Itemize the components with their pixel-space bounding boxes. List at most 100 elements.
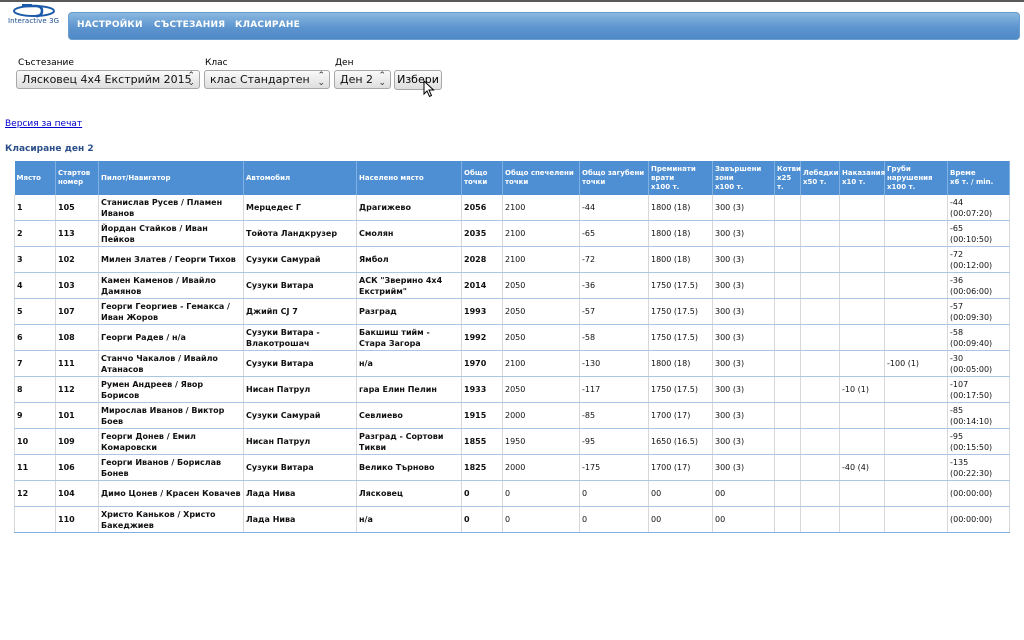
cell-col-town: Смолян	[356, 220, 462, 247]
cell-col-start-number: 105	[55, 195, 99, 221]
cell-col-place: 1	[14, 195, 56, 221]
cell-col-town: Драгижево	[356, 195, 462, 221]
cell-col-penalties: -10 (1)	[839, 376, 885, 403]
cell-col-gates-passed: 00	[648, 506, 713, 533]
cell-col-town: гара Елин Пелин	[356, 376, 462, 403]
cell-col-town: Ямбол	[356, 246, 462, 273]
cell-col-start-number: 107	[55, 298, 99, 325]
cell-col-time: -95 (00:15:50)	[947, 428, 1010, 455]
cell-col-earned-points: 2100	[502, 195, 580, 221]
cell-col-gates-passed: 00	[648, 480, 713, 507]
cell-col-town: Разград - Сортови Тикви	[356, 428, 462, 455]
cell-col-anchors	[774, 428, 801, 455]
header-label: точки	[505, 178, 529, 186]
cell-col-zones-completed: 00	[712, 506, 775, 533]
cell-col-place	[14, 506, 56, 533]
cell-col-penalties	[839, 506, 885, 533]
cell-col-pilot-navigator: Йордан Стайков / Иван Пейков	[98, 220, 244, 247]
table-row: 10 109 Георги Донев / Емил Комаровски Нисан…	[14, 428, 1010, 455]
cell-col-town: Велико Търново	[356, 454, 462, 481]
header-col-gates-passed: Преминати врати x100 т.	[648, 161, 713, 195]
table-row: 11 106 Георги Иванов / Борислав Бонев Сузук…	[14, 454, 1010, 481]
logo-text: Interactive 3G	[8, 17, 60, 25]
cell-col-winches	[800, 246, 840, 273]
table-row: 2 113 Йордан Стайков / Иван Пейков Тойота Л…	[14, 220, 1010, 247]
cell-col-time: (00:00:00)	[947, 480, 1010, 507]
cell-col-penalties	[839, 298, 885, 325]
header-label: x6 т. / min.	[950, 178, 994, 186]
class-select-value: клас Стандартен	[210, 73, 310, 86]
cell-col-winches	[800, 324, 840, 351]
header-label: Място	[16, 173, 41, 182]
cell-col-zones-completed: 300 (3)	[712, 272, 775, 299]
cell-col-pilot-navigator: Станчо Чакалов / Ивайло Атанасов	[98, 350, 244, 377]
competition-select[interactable]: Лясковец 4х4 Екстрийм 2015 ⌃ ⌄	[16, 70, 200, 89]
cell-col-pilot-navigator: Станислав Русев / Пламен Иванов	[98, 195, 244, 221]
header-col-start-number: Стартов номер	[55, 161, 99, 195]
cell-col-place: 5	[14, 298, 56, 325]
cell-col-gross-violations	[884, 272, 948, 299]
cell-col-gates-passed: 1800 (18)	[648, 246, 713, 273]
chevron-updown-icon: ⌃ ⌄	[317, 71, 325, 88]
cell-col-zones-completed: 300 (3)	[712, 376, 775, 403]
cell-col-penalties	[839, 480, 885, 507]
cell-col-town: Севлиево	[356, 402, 462, 429]
cell-col-time: -107 (00:17:50)	[947, 376, 1010, 403]
class-select[interactable]: клас Стандартен ⌃ ⌄	[204, 70, 330, 89]
header-label: Преминати	[651, 164, 696, 173]
cell-col-zones-completed: 300 (3)	[712, 220, 775, 247]
cell-col-anchors	[774, 220, 801, 247]
cell-col-start-number: 110	[55, 506, 99, 533]
nav-item-competitions[interactable]: СЪСТЕЗАНИЯ	[154, 20, 225, 30]
cell-col-place: 2	[14, 220, 56, 247]
ranking-table: Място Стартов номер Пилот/Навигатор Автомоби…	[14, 161, 1010, 533]
cell-col-start-number: 103	[55, 272, 99, 299]
cell-col-anchors	[774, 246, 801, 273]
header-label: Общо загубени	[582, 169, 645, 177]
table-row: 4 103 Камен Каменов / Ивайло Дамянов Сузуки…	[14, 272, 1010, 299]
cell-col-pilot-navigator: Георги Иванов / Борислав Бонев	[98, 454, 244, 481]
table-row: 7 111 Станчо Чакалов / Ивайло Атанасов Сузу…	[14, 350, 1010, 377]
cell-col-penalties	[839, 324, 885, 351]
cell-col-total-points: 2035	[461, 220, 503, 247]
mouse-cursor-icon	[423, 80, 435, 98]
cell-col-penalties	[839, 195, 885, 221]
cell-col-winches	[800, 376, 840, 403]
cell-col-town: н/а	[356, 350, 462, 377]
cell-col-total-points: 1970	[461, 350, 503, 377]
header-label: Общо	[464, 169, 488, 177]
class-label: Клас	[205, 58, 228, 68]
day-select[interactable]: Ден 2 ⌃ ⌄	[334, 70, 391, 89]
logo-icon	[13, 4, 55, 18]
cell-col-pilot-navigator: Румен Андреев / Явор Борисов	[98, 376, 244, 403]
cell-col-earned-points: 2050	[502, 298, 580, 325]
cell-col-start-number: 111	[55, 350, 99, 377]
print-version-link[interactable]: Версия за печат	[5, 119, 82, 129]
cell-col-penalties	[839, 220, 885, 247]
cell-col-place: 4	[14, 272, 56, 299]
main-nav: НАСТРОЙКИ СЪСТЕЗАНИЯ КЛАСИРАНЕ	[68, 12, 1020, 40]
header-col-earned-points: Общо спечелени точки	[502, 161, 580, 195]
cell-col-penalties	[839, 428, 885, 455]
cell-col-time: -72 (00:12:00)	[947, 246, 1010, 273]
cell-col-lost-points: -58	[579, 324, 649, 351]
cell-col-vehicle: Сузуки Самурай	[243, 402, 357, 429]
cell-col-gross-violations	[884, 480, 948, 507]
cell-col-gross-violations	[884, 220, 948, 247]
cell-col-gates-passed: 1800 (18)	[648, 220, 713, 247]
cell-col-total-points: 0	[461, 480, 503, 507]
app-logo[interactable]: Interactive 3G	[4, 2, 64, 30]
cell-col-gross-violations: -100 (1)	[884, 350, 948, 377]
cell-col-start-number: 106	[55, 454, 99, 481]
table-row: 5 107 Георги Георгиев - Гемакса / Иван Жор…	[14, 298, 1010, 325]
cell-col-time: -65 (00:10:50)	[947, 220, 1010, 247]
cell-col-gates-passed: 1750 (17.5)	[648, 324, 713, 351]
cell-col-time: (00:00:00)	[947, 506, 1010, 533]
cell-col-start-number: 109	[55, 428, 99, 455]
cell-col-lost-points: -72	[579, 246, 649, 273]
cell-col-zones-completed: 300 (3)	[712, 454, 775, 481]
cell-col-lost-points: -85	[579, 402, 649, 429]
cell-col-total-points: 1992	[461, 324, 503, 351]
nav-item-settings[interactable]: НАСТРОЙКИ	[77, 20, 143, 30]
nav-item-ranking[interactable]: КЛАСИРАНЕ	[235, 20, 300, 30]
